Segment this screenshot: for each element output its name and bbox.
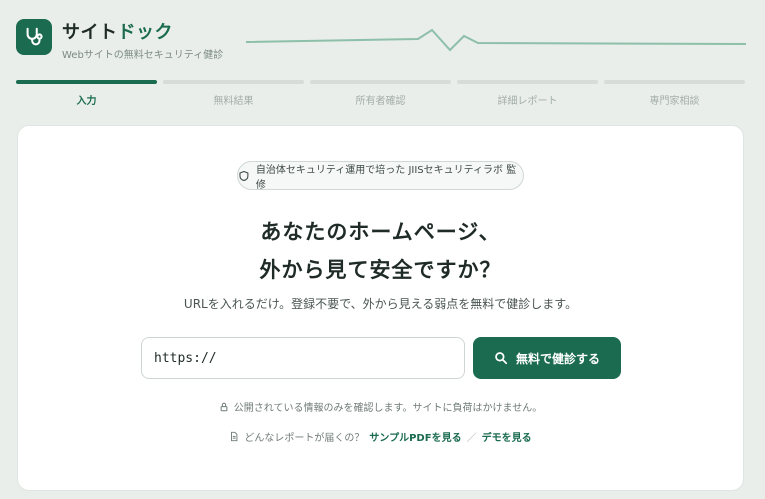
step-label: 無料結果 <box>213 96 254 107</box>
step-owner-verification: 所有者確認 <box>310 80 451 110</box>
privacy-note-text: 公開されている情報のみを確認します。サイトに負荷はかけません。 <box>233 403 543 414</box>
step-label: 入力 <box>76 96 97 107</box>
step-bar <box>457 80 598 84</box>
brand-part-2: ドック <box>117 22 173 43</box>
step-detailed-report: 詳細レポート <box>457 80 598 110</box>
headline-line-2: 外から見て安全ですか？ <box>259 258 502 282</box>
brand-tagline: Webサイトの無料セキュリティ健診 <box>62 50 224 61</box>
start-checkup-label: 無料で健診する <box>515 351 600 366</box>
step-bar <box>16 80 157 84</box>
page-headline: あなたのホームページ、 外から見て安全ですか？ <box>18 213 743 289</box>
demo-link[interactable]: デモを見る <box>482 429 532 444</box>
shield-icon <box>239 170 249 181</box>
step-label: 詳細レポート <box>497 96 558 107</box>
search-icon <box>495 352 508 365</box>
main-card: 自治体セキュリティ運用で培った JIISセキュリティラボ 監修 あなたのホームペ… <box>17 125 744 491</box>
stethoscope-logo-icon[interactable] <box>16 19 52 55</box>
step-bar <box>310 80 451 84</box>
badge-text: 自治体セキュリティ運用で培った JIISセキュリティラボ 監修 <box>255 164 517 191</box>
supervision-badge: 自治体セキュリティ運用で培った JIISセキュリティラボ 監修 <box>237 161 524 191</box>
step-label: 専門家相談 <box>649 96 700 107</box>
step-free-result: 無料結果 <box>163 80 304 110</box>
links-separator: ／ <box>466 433 477 444</box>
app-header: サイトドック Webサイトの無料セキュリティ健診 <box>16 16 749 64</box>
step-input: 入力 <box>16 80 157 110</box>
sample-pdf-link[interactable]: サンプルPDFを見る <box>369 429 461 444</box>
headline-line-1: あなたのホームページ、 <box>260 220 501 244</box>
page-subtext: URLを入れるだけ。登録不要で、外から見える弱点を無料で健診します。 <box>183 297 578 311</box>
document-icon <box>231 431 238 442</box>
heartbeat-line-icon <box>246 28 746 52</box>
brand-name: サイトドック <box>62 18 173 44</box>
privacy-note: 公開されている情報のみを確認します。サイトに負荷はかけません。 <box>18 399 743 414</box>
step-label: 所有者確認 <box>355 96 406 107</box>
step-bar <box>604 80 745 84</box>
step-expert-consultation: 専門家相談 <box>604 80 745 110</box>
start-checkup-button[interactable]: 無料で健診する <box>473 337 621 379</box>
brand-part-1: サイト <box>62 22 118 43</box>
report-links: どんなレポートが届くの？ サンプルPDFを見る ／ デモを見る <box>18 429 743 444</box>
step-bar <box>163 80 304 84</box>
progress-steps: 入力 無料結果 所有者確認 詳細レポート 専門家相談 <box>16 80 745 110</box>
lock-icon <box>220 402 228 411</box>
links-prefix: どんなレポートが届くの？ <box>244 433 365 444</box>
url-input[interactable] <box>141 337 465 379</box>
